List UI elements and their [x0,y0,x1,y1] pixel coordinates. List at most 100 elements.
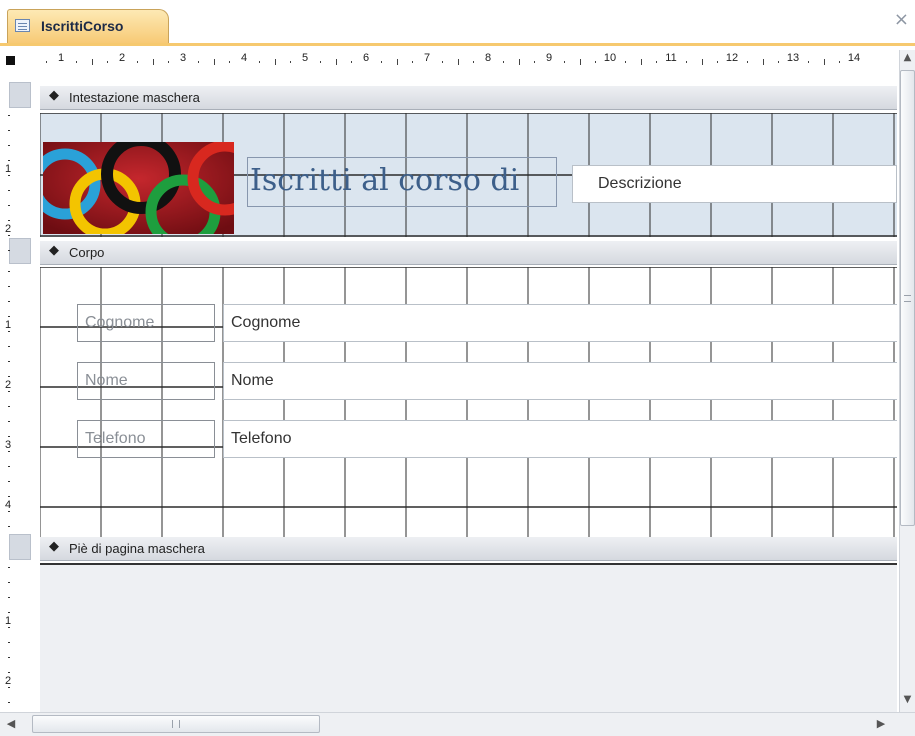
horizontal-ruler[interactable]: 1 2 3 4 5 6 7 8 9 10 11 12 13 14 [40,50,900,74]
cognome-label[interactable]: Cognome [77,304,215,342]
ruler-tick [8,702,10,703]
ruler-tick [656,61,657,63]
ruler-tick [8,466,10,467]
ruler-number: 4 [240,52,248,64]
ruler-tick [8,286,10,287]
nome-field[interactable]: Nome [223,362,897,400]
ruler-tick [8,130,10,131]
ruler-tick [46,61,47,63]
nome-label[interactable]: Nome [77,362,215,400]
ruler-tick [8,205,10,206]
ruler-number: 11 [665,52,677,64]
section-header-label: Intestazione maschera [69,90,200,105]
ruler-number: 1 [5,615,12,627]
ruler-tick [8,612,10,613]
ruler-number: 4 [5,499,12,511]
ruler-tick [747,61,748,63]
ruler-number: 8 [484,52,492,64]
ruler-tick [76,61,77,63]
form-title-label[interactable]: Iscritti al corso di [247,157,557,207]
form-design-surface: ◆ Intestazione maschera Iscritti al cors… [40,86,897,712]
ruler-tick [8,657,10,658]
ruler-tick [8,160,10,161]
form-selector[interactable] [6,56,15,65]
section-selector[interactable] [9,82,31,108]
section-bar-body[interactable]: ◆ Corpo [40,241,897,265]
ruler-number: 2 [5,379,12,391]
ruler-tick [8,496,10,497]
section-arrow-icon: ◆ [49,88,59,103]
ruler-tick [8,582,10,583]
ruler-tick [290,61,291,63]
telefono-label[interactable]: Telefono [77,420,215,458]
ruler-tick [8,220,10,221]
ruler-number: 2 [5,223,12,235]
cognome-field[interactable]: Cognome [223,304,897,342]
ruler-tick [8,301,10,302]
ruler-tick [168,61,169,63]
ruler-tick [8,190,10,191]
ruler-tick [8,346,10,347]
form-icon [15,19,30,32]
ruler-tick [8,451,10,452]
scroll-up-icon[interactable]: ▲ [900,50,915,66]
ruler-tick [320,61,321,63]
ruler-tick [8,597,10,598]
ruler-tick [275,59,276,65]
scroll-grip-icon [904,295,911,302]
scroll-grip-icon [172,720,180,728]
ruler-tick [381,61,382,63]
tab-underline [0,43,915,46]
ruler-number: 2 [118,52,126,64]
ruler-tick [763,59,764,65]
ruler-number: 6 [362,52,370,64]
ruler-tick [8,331,10,332]
descrizione-field[interactable]: Descrizione [572,165,897,203]
ruler-tick [808,61,809,63]
body-section[interactable]: Cognome Cognome Nome Nome Telefono Telef… [40,267,897,537]
ruler-tick [92,59,93,65]
olympic-rings-image[interactable] [43,142,234,234]
ruler-tick [214,59,215,65]
ruler-tick [8,642,10,643]
scroll-right-icon[interactable]: ▶ [873,715,889,733]
ruler-tick [8,376,10,377]
ruler-tick [8,687,10,688]
ruler-tick [412,61,413,63]
ruler-tick [259,61,260,63]
telefono-field[interactable]: Telefono [223,420,897,458]
section-selector[interactable] [9,534,31,560]
section-bar-footer[interactable]: ◆ Piè di pagina maschera [40,537,897,561]
ruler-tick [336,59,337,65]
ruler-tick [686,61,687,63]
tab-title: IscrittiCorso [41,18,124,34]
ruler-number: 13 [786,52,800,64]
ruler-tick [702,59,703,65]
scroll-left-icon[interactable]: ◀ [3,715,19,733]
ruler-tick [397,59,398,65]
ruler-tick [351,61,352,63]
ruler-tick [778,61,779,63]
ruler-tick [641,59,642,65]
section-footer-label: Piè di pagina maschera [69,541,205,556]
ruler-tick [519,59,520,65]
ruler-number: 1 [5,163,12,175]
ruler-tick [8,316,10,317]
section-arrow-icon: ◆ [49,243,59,258]
ruler-tick [153,59,154,65]
close-icon[interactable]: × [894,11,909,29]
ruler-number: 9 [545,52,553,64]
vertical-ruler[interactable]: 1 2 1 2 3 4 1 2 [0,82,32,710]
tab-iscritticorso[interactable]: IscrittiCorso [7,9,169,44]
ruler-tick [229,61,230,63]
ruler-tick [625,61,626,63]
header-section[interactable]: Iscritti al corso di Descrizione [40,113,897,237]
ruler-number: 1 [57,52,65,64]
ruler-number: 2 [5,675,12,687]
ruler-tick [564,61,565,63]
section-bar-header[interactable]: ◆ Intestazione maschera [40,86,897,110]
section-selector[interactable] [9,238,31,264]
footer-section[interactable] [40,563,897,712]
scroll-down-icon[interactable]: ▼ [900,692,915,708]
ruler-tick [8,361,10,362]
